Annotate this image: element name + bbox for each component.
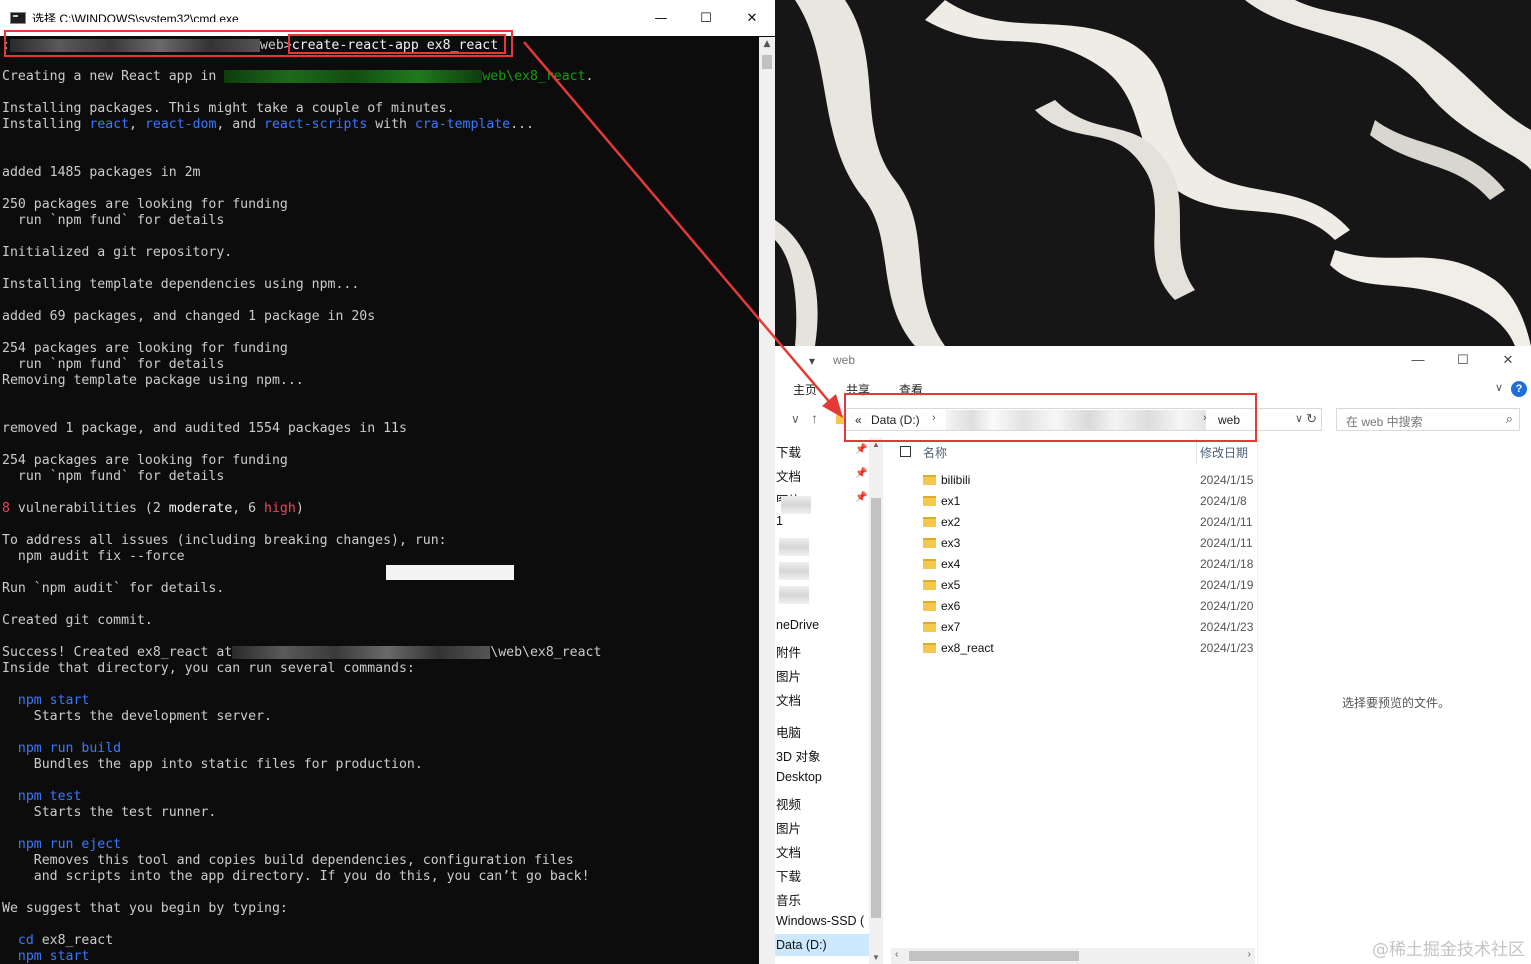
annotation-arrow [523, 41, 843, 418]
watermark: @稀土掘金技术社区 [1372, 940, 1525, 960]
